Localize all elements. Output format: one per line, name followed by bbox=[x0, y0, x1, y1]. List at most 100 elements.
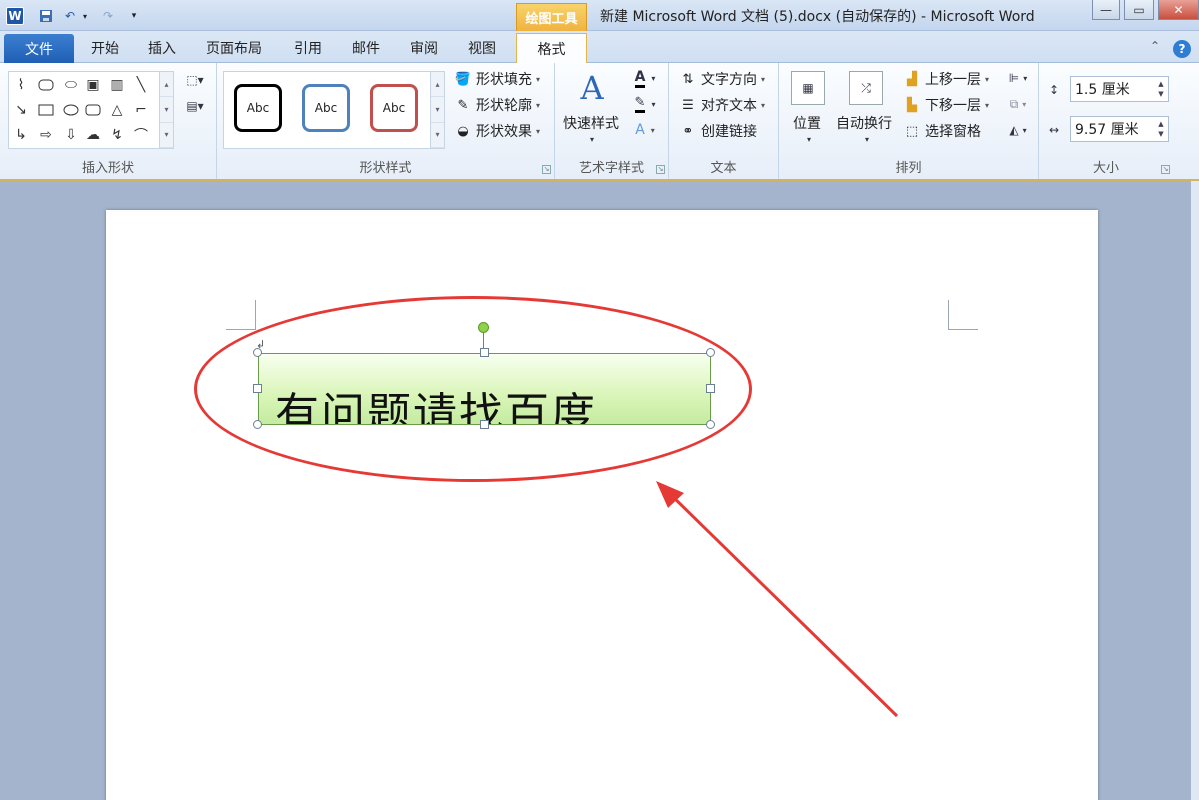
align-text-icon: ☰ bbox=[682, 97, 694, 113]
document-page[interactable]: ↲ 有问题请找百度 bbox=[106, 210, 1098, 800]
quick-styles-chevron-icon[interactable]: ▾ bbox=[585, 135, 599, 144]
position-chevron-icon[interactable]: ▾ bbox=[803, 135, 815, 144]
style-gallery-more-icon[interactable]: ▾ bbox=[431, 123, 444, 148]
flowchart-shape-icon[interactable]: ⬭ bbox=[61, 75, 81, 95]
bring-forward-button[interactable]: ▟ 上移一层 ▾ bbox=[903, 69, 989, 89]
undo-dropdown-icon[interactable]: ▾ bbox=[80, 7, 90, 25]
shape-width-value: 9.57 厘米 bbox=[1075, 122, 1139, 138]
rounded-rect-2-shape-icon[interactable] bbox=[83, 100, 103, 120]
send-backward-label: 下移一层 bbox=[925, 98, 981, 114]
insert-shapes-group: ⌇ ⬭ ▣ ▥ ╲ ↘ △ ⌐ ↳ ⇨ ⇩ ☁ ↯ ⌒ ▴ ▾ ▾ ⬚▾ ▤▾ bbox=[0, 63, 217, 179]
tab-review[interactable]: 审阅 bbox=[410, 38, 438, 58]
customize-toolbar-icon[interactable]: ▾ bbox=[128, 7, 140, 25]
group-icon[interactable]: ⧉ ▾ bbox=[1003, 95, 1033, 113]
position-button[interactable]: 位置 bbox=[793, 113, 821, 133]
vertical-text-box-icon[interactable]: ▥ bbox=[107, 75, 127, 95]
chevron-down-icon: ▾ bbox=[985, 74, 990, 84]
pen-outline-icon: ✎ bbox=[457, 97, 469, 113]
shape-styles-launcher-icon[interactable]: ↘ bbox=[542, 165, 551, 174]
word-app-icon[interactable]: W bbox=[6, 7, 24, 25]
wrap-text-icon[interactable]: ⤮ bbox=[849, 71, 883, 105]
tab-insert[interactable]: 插入 bbox=[148, 38, 176, 58]
align-icon[interactable]: ⊫ ▾ bbox=[1003, 69, 1033, 87]
vertical-scrollbar[interactable] bbox=[1191, 181, 1199, 800]
triangle-shape-icon[interactable]: △ bbox=[107, 100, 127, 120]
selection-pane-icon: ⬚ bbox=[905, 123, 919, 139]
scroll-down-icon[interactable]: ▾ bbox=[160, 97, 173, 123]
tab-file[interactable]: 文件 bbox=[4, 34, 74, 63]
text-direction-button[interactable]: ⇅ 文字方向 ▾ bbox=[679, 69, 765, 89]
shape-width-input[interactable]: 9.57 厘米 ▲ ▼ bbox=[1070, 116, 1169, 142]
curve-shape-icon[interactable]: ⌇ bbox=[11, 75, 31, 95]
width-spinner-icon[interactable]: ▲ ▼ bbox=[1156, 119, 1166, 139]
maximize-button[interactable]: ▭ bbox=[1124, 0, 1154, 20]
shape-style-black[interactable]: Abc bbox=[234, 84, 282, 132]
save-icon[interactable] bbox=[38, 7, 54, 25]
right-arrow-shape-icon[interactable]: ⇨ bbox=[36, 125, 56, 145]
send-backward-button[interactable]: ▙ 下移一层 ▾ bbox=[903, 95, 989, 115]
elbow-arrow-shape-icon[interactable]: ↳ bbox=[11, 125, 31, 145]
chevron-down-icon: ▾ bbox=[761, 100, 766, 110]
align-text-button[interactable]: ☰ 对齐文本 ▾ bbox=[679, 95, 765, 115]
wrap-chevron-icon[interactable]: ▾ bbox=[861, 135, 873, 144]
text-fill-icon[interactable]: A ▾ bbox=[627, 69, 663, 88]
style-scroll-down-icon[interactable]: ▾ bbox=[431, 97, 444, 123]
style-gallery-scroll[interactable]: ▴ ▾ ▾ bbox=[430, 72, 444, 148]
help-icon[interactable]: ? bbox=[1173, 40, 1191, 58]
gallery-more-icon[interactable]: ▾ bbox=[160, 123, 173, 148]
create-link-button[interactable]: ⚭ 创建链接 bbox=[679, 121, 757, 141]
document-area: ↲ 有问题请找百度 bbox=[0, 181, 1199, 800]
wordart-launcher-icon[interactable]: ↘ bbox=[656, 165, 665, 174]
down-arrow-shape-icon[interactable]: ⇩ bbox=[61, 125, 81, 145]
shape-style-gallery[interactable]: Abc Abc Abc ▴ ▾ ▾ bbox=[223, 71, 445, 149]
shape-style-blue[interactable]: Abc bbox=[302, 84, 350, 132]
selection-pane-button[interactable]: ⬚ 选择窗格 bbox=[903, 121, 981, 141]
undo-icon[interactable]: ↶ bbox=[62, 7, 78, 25]
elbow-connector-shape-icon[interactable]: ⌐ bbox=[131, 100, 151, 120]
rounded-rect-shape-icon[interactable] bbox=[36, 75, 56, 95]
scroll-up-icon[interactable]: ▴ bbox=[160, 72, 173, 98]
tab-format[interactable]: 格式 bbox=[516, 33, 587, 64]
arc-shape-icon[interactable]: ⌒ bbox=[131, 125, 151, 145]
arrange-group: ▦ 位置 ▾ ⤮ 自动换行 ▾ ▟ 上移一层 ▾ ▙ 下移一层 ▾ ⬚ 选择窗格 ⊫… bbox=[779, 63, 1039, 179]
close-button[interactable]: ✕ bbox=[1158, 0, 1199, 20]
shape-style-red[interactable]: Abc bbox=[370, 84, 418, 132]
quick-styles-button[interactable]: 快速样式 bbox=[563, 113, 619, 133]
height-spinner-icon[interactable]: ▲ ▼ bbox=[1156, 79, 1166, 99]
shape-fill-button[interactable]: 🪣 形状填充 ▾ bbox=[454, 69, 540, 89]
shapes-gallery[interactable]: ⌇ ⬭ ▣ ▥ ╲ ↘ △ ⌐ ↳ ⇨ ⇩ ☁ ↯ ⌒ ▴ ▾ ▾ bbox=[8, 71, 174, 149]
window-title: 新建 Microsoft Word 文档 (5).docx (自动保存的) - … bbox=[600, 9, 1035, 25]
draw-text-box-icon[interactable]: ▤▾ bbox=[180, 97, 210, 115]
arrow-line-shape-icon[interactable]: ↘ bbox=[11, 100, 31, 120]
text-outline-icon[interactable]: ✎ ▾ bbox=[627, 95, 663, 113]
rotate-icon[interactable]: ◭ ▾ bbox=[1003, 121, 1033, 139]
rectangle-shape-icon[interactable] bbox=[36, 100, 56, 120]
tab-page-layout[interactable]: 页面布局 bbox=[206, 38, 262, 58]
text-box-shape-icon[interactable]: ▣ bbox=[83, 75, 103, 95]
tab-mailings[interactable]: 邮件 bbox=[352, 38, 380, 58]
size-launcher-icon[interactable]: ↘ bbox=[1161, 165, 1170, 174]
tab-view[interactable]: 视图 bbox=[468, 38, 496, 58]
shape-outline-button[interactable]: ✎ 形状轮廓 ▾ bbox=[454, 95, 540, 115]
tab-home[interactable]: 开始 bbox=[91, 38, 119, 58]
wrap-text-button[interactable]: 自动换行 bbox=[836, 113, 892, 133]
tab-references[interactable]: 引用 bbox=[294, 38, 322, 58]
line-shape-icon[interactable]: ╲ bbox=[131, 75, 151, 95]
cloud-shape-icon[interactable]: ☁ bbox=[83, 125, 103, 145]
margin-corner-top-right bbox=[948, 300, 978, 330]
redo-icon[interactable]: ↷ bbox=[100, 7, 116, 25]
oval-shape-icon[interactable] bbox=[61, 100, 81, 120]
position-icon[interactable]: ▦ bbox=[791, 71, 825, 105]
paint-bucket-icon: 🪣 bbox=[454, 71, 472, 87]
minimize-ribbon-icon[interactable]: ⌃ bbox=[1150, 39, 1160, 53]
shape-height-input[interactable]: 1.5 厘米 ▲ ▼ bbox=[1070, 76, 1169, 102]
chevron-down-icon: ▾ bbox=[536, 126, 541, 136]
style-scroll-up-icon[interactable]: ▴ bbox=[431, 72, 444, 98]
lightning-shape-icon[interactable]: ↯ bbox=[107, 125, 127, 145]
wordart-a-icon[interactable]: A bbox=[573, 69, 611, 107]
text-effects-icon[interactable]: A ▾ bbox=[627, 121, 663, 139]
minimize-button[interactable]: — bbox=[1092, 0, 1120, 20]
shapes-gallery-scroll[interactable]: ▴ ▾ ▾ bbox=[159, 72, 173, 148]
shape-effects-button[interactable]: ◒ 形状效果 ▾ bbox=[454, 121, 540, 141]
edit-shape-icon[interactable]: ⬚▾ bbox=[180, 71, 210, 89]
